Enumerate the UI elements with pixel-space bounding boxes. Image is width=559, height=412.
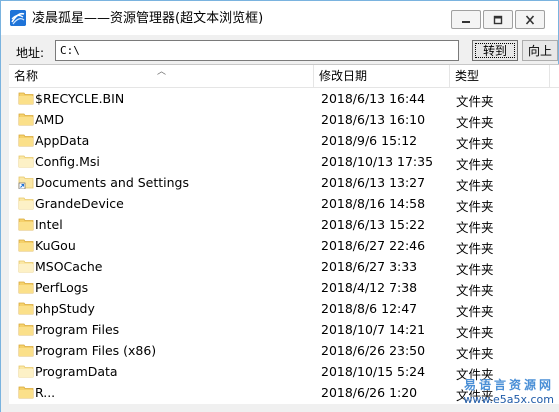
item-type: 文件夹 — [456, 94, 494, 109]
item-name: GrandeDevice — [35, 196, 124, 211]
item-date: 2018/6/26 1:20 — [321, 385, 418, 400]
list-item[interactable]: $RECYCLE.BIN 2018/6/13 16:44 文件夹 — [9, 88, 559, 109]
folder-icon — [18, 238, 34, 252]
item-type: 文件夹 — [456, 262, 494, 277]
item-type: 文件夹 — [456, 304, 494, 319]
column-header-date[interactable]: 修改日期 — [314, 65, 450, 87]
folder-icon — [18, 364, 34, 378]
item-name: Program Files (x86) — [35, 343, 157, 358]
go-button[interactable]: 转到 — [472, 40, 518, 61]
column-header-name-label: 名称 — [14, 69, 39, 83]
item-date: 2018/10/15 5:24 — [321, 364, 426, 379]
list-item[interactable]: PerfLogs 2018/4/12 7:38 文件夹 — [9, 277, 559, 298]
item-date: 2018/6/13 15:22 — [321, 217, 426, 232]
folder-icon — [18, 343, 34, 357]
list-item[interactable]: Program Files 2018/10/7 14:21 文件夹 — [9, 319, 559, 340]
item-name: ProgramData — [35, 364, 118, 379]
item-name: phpStudy — [35, 301, 95, 316]
item-name: PerfLogs — [35, 280, 89, 295]
item-name: Documents and Settings — [35, 175, 190, 190]
item-name: KuGou — [35, 238, 76, 253]
item-date: 2018/6/27 3:33 — [321, 259, 418, 274]
list-item[interactable]: ProgramData 2018/10/15 5:24 文件夹 — [9, 361, 559, 382]
folder-icon — [18, 91, 34, 105]
item-date: 2018/8/6 12:47 — [321, 301, 418, 316]
item-date: 2018/6/26 23:50 — [321, 343, 426, 358]
maximize-button[interactable] — [483, 10, 513, 29]
item-date: 2018/4/12 7:38 — [321, 280, 418, 295]
list-item[interactable]: Intel 2018/6/13 15:22 文件夹 — [9, 214, 559, 235]
list-item[interactable]: AppData 2018/9/6 15:12 文件夹 — [9, 130, 559, 151]
list-item[interactable]: Program Files (x86) 2018/6/26 23:50 文件夹 — [9, 340, 559, 361]
item-date: 2018/6/13 16:10 — [321, 112, 426, 127]
item-type: 文件夹 — [456, 199, 494, 214]
column-header-name[interactable]: 名称 ︿ — [9, 65, 314, 87]
minimize-button[interactable] — [451, 10, 481, 29]
address-input[interactable]: C:\ — [55, 40, 459, 61]
item-name: Program Files — [35, 322, 120, 337]
folder-icon — [18, 301, 34, 315]
item-date: 2018/10/13 17:35 — [321, 154, 434, 169]
item-type: 文件夹 — [456, 283, 494, 298]
item-name: Intel — [35, 217, 63, 232]
folder-icon — [18, 196, 34, 210]
app-icon — [10, 10, 26, 26]
list-header: 名称 ︿ 修改日期 类型 — [9, 65, 559, 88]
close-icon — [525, 14, 535, 25]
list-item[interactable]: MSOCache 2018/6/27 3:33 文件夹 — [9, 256, 559, 277]
column-header-type[interactable]: 类型 — [450, 65, 550, 87]
item-date: 2018/10/7 14:21 — [321, 322, 426, 337]
item-name: AMD — [35, 112, 64, 127]
item-type: 文件夹 — [456, 136, 494, 151]
folder-icon — [18, 217, 34, 231]
item-type: 文件夹 — [456, 346, 494, 361]
item-type: 文件夹 — [456, 157, 494, 172]
list-item[interactable]: Documents and Settings 2018/6/13 13:27 文… — [9, 172, 559, 193]
folder-icon — [18, 385, 34, 399]
title-bar[interactable]: 凌晨孤星——资源管理器(超文本浏览框) — [1, 1, 558, 35]
folder-icon — [18, 154, 34, 168]
item-name: Config.Msi — [35, 154, 100, 169]
list-rows: $RECYCLE.BIN 2018/6/13 16:44 文件夹 AMD 201… — [9, 88, 559, 403]
item-type: 文件夹 — [456, 115, 494, 130]
minimize-icon — [462, 20, 470, 23]
item-name: R... — [35, 385, 56, 400]
item-name: $RECYCLE.BIN — [35, 91, 125, 106]
item-type: 文件夹 — [456, 367, 494, 382]
folder-icon — [18, 112, 34, 126]
item-name: MSOCache — [35, 259, 103, 274]
folder-icon — [18, 322, 34, 336]
window-title: 凌晨孤星——资源管理器(超文本浏览框) — [32, 11, 264, 26]
list-item[interactable]: GrandeDevice 2018/8/16 14:58 文件夹 — [9, 193, 559, 214]
item-date: 2018/6/13 13:27 — [321, 175, 426, 190]
item-type: 文件夹 — [456, 220, 494, 235]
list-item[interactable]: Config.Msi 2018/10/13 17:35 文件夹 — [9, 151, 559, 172]
item-date: 2018/9/6 15:12 — [321, 133, 418, 148]
folder-icon — [18, 280, 34, 294]
folder-shortcut-icon — [18, 175, 34, 190]
item-date: 2018/8/16 14:58 — [321, 196, 426, 211]
explorer-window: 凌晨孤星——资源管理器(超文本浏览框) 地址: C:\ 转到 向上 名称 ︿ 修… — [0, 0, 559, 412]
list-item[interactable]: R... 2018/6/26 1:20 文件夹 — [9, 382, 559, 403]
folder-icon — [18, 259, 34, 273]
file-list[interactable]: 名称 ︿ 修改日期 类型 $RECYCLE.BIN 2018/6/13 16:4… — [9, 64, 559, 404]
list-item[interactable]: KuGou 2018/6/27 22:46 文件夹 — [9, 235, 559, 256]
sort-ascending-icon: ︿ — [157, 67, 167, 77]
folder-icon — [18, 133, 34, 147]
item-type: 文件夹 — [456, 388, 494, 403]
item-type: 文件夹 — [456, 325, 494, 340]
list-item[interactable]: AMD 2018/6/13 16:10 文件夹 — [9, 109, 559, 130]
up-button[interactable]: 向上 — [522, 40, 558, 61]
item-type: 文件夹 — [456, 241, 494, 256]
item-name: AppData — [35, 133, 90, 148]
item-type: 文件夹 — [456, 178, 494, 193]
address-label: 地址: — [16, 46, 45, 60]
close-button[interactable] — [515, 10, 545, 29]
item-date: 2018/6/27 22:46 — [321, 238, 426, 253]
list-item[interactable]: phpStudy 2018/8/6 12:47 文件夹 — [9, 298, 559, 319]
item-date: 2018/6/13 16:44 — [321, 91, 426, 106]
maximize-icon — [493, 15, 503, 24]
